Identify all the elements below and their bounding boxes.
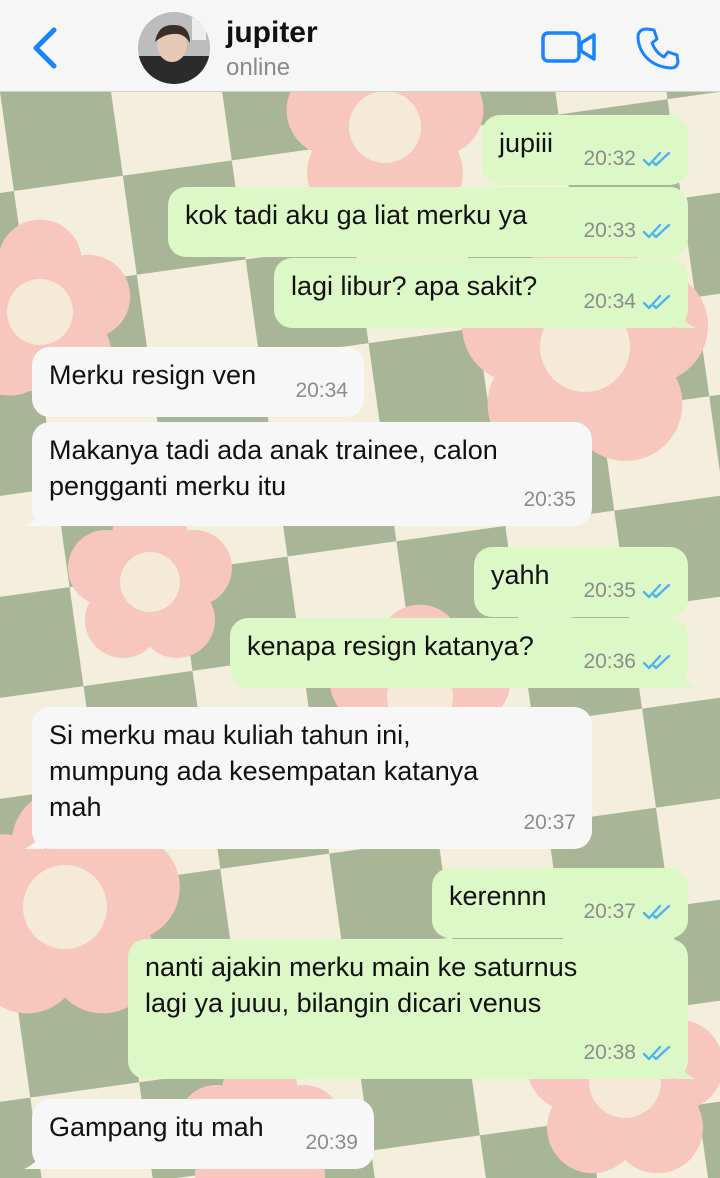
message-meta: 20:34 bbox=[295, 373, 348, 409]
chat-area[interactable]: jupiii 20:32 kok tadi aku ga liat merku ya… bbox=[0, 92, 720, 1178]
incoming-message[interactable]: Gampang itu mah 20:39 bbox=[24, 1099, 374, 1169]
message-meta: 20:38 bbox=[583, 1035, 672, 1071]
message-meta: 20:35 bbox=[583, 573, 672, 609]
incoming-message[interactable]: Merku resign ven 20:34 bbox=[32, 347, 364, 417]
message-time: 20:35 bbox=[583, 579, 636, 602]
message-time: 20:38 bbox=[583, 1041, 636, 1064]
outgoing-message[interactable]: yahh 20:35 bbox=[474, 547, 688, 617]
double-check-icon bbox=[642, 223, 671, 239]
message-time: 20:33 bbox=[583, 219, 636, 242]
message-text: Makanya tadi ada anak trainee, calon pen… bbox=[49, 435, 498, 501]
message-meta: 20:32 bbox=[583, 141, 672, 177]
outgoing-message[interactable]: jupiii 20:32 bbox=[482, 115, 688, 185]
message-meta: 20:36 bbox=[583, 644, 672, 680]
video-call-button[interactable] bbox=[540, 26, 598, 68]
double-check-icon bbox=[642, 654, 671, 670]
bubble-tail bbox=[24, 1149, 44, 1169]
double-check-icon bbox=[642, 1045, 671, 1061]
contact-status: online bbox=[226, 54, 291, 81]
message-time: 20:32 bbox=[583, 147, 636, 170]
outgoing-message[interactable]: nanti ajakin merku main ke saturnus lagi… bbox=[128, 939, 696, 1079]
message-meta: 20:39 bbox=[305, 1125, 358, 1161]
message-meta: 20:34 bbox=[583, 284, 672, 320]
message-text: Si merku mau kuliah tahun ini, mumpung a… bbox=[49, 720, 479, 822]
phone-icon bbox=[636, 27, 680, 70]
bubble-tail bbox=[676, 1059, 696, 1079]
message-meta: 20:35 bbox=[523, 482, 576, 518]
outgoing-message[interactable]: lagi libur? apa sakit? 20:34 bbox=[274, 258, 696, 328]
avatar[interactable] bbox=[138, 12, 210, 84]
double-check-icon bbox=[642, 151, 671, 167]
message-time: 20:36 bbox=[583, 650, 636, 673]
message-time: 20:34 bbox=[583, 290, 636, 313]
chevron-left-icon bbox=[33, 27, 57, 69]
outgoing-message[interactable]: kerennn 20:37 bbox=[432, 868, 688, 938]
outgoing-message[interactable]: kenapa resign katanya? 20:36 bbox=[230, 618, 696, 688]
message-meta: 20:37 bbox=[523, 805, 576, 841]
message-time: 20:37 bbox=[583, 900, 636, 923]
bubble-tail bbox=[24, 506, 44, 526]
message-time: 20:35 bbox=[523, 488, 576, 511]
chat-header: jupiter online bbox=[0, 0, 720, 92]
message-meta: 20:33 bbox=[583, 213, 672, 249]
incoming-message[interactable]: Si merku mau kuliah tahun ini, mumpung a… bbox=[24, 707, 592, 849]
message-meta: 20:37 bbox=[583, 894, 672, 930]
bubble-tail bbox=[24, 829, 44, 849]
back-button[interactable] bbox=[26, 24, 66, 72]
message-time: 20:37 bbox=[523, 811, 576, 834]
double-check-icon bbox=[642, 904, 671, 920]
outgoing-message[interactable]: kok tadi aku ga liat merku ya 20:33 bbox=[168, 187, 688, 257]
bubble-tail bbox=[676, 668, 696, 688]
double-check-icon bbox=[642, 294, 671, 310]
message-time: 20:34 bbox=[295, 379, 348, 402]
message-text: nanti ajakin merku main ke saturnus lagi… bbox=[145, 952, 578, 1018]
incoming-message[interactable]: Makanya tadi ada anak trainee, calon pen… bbox=[24, 422, 592, 526]
voice-call-button[interactable] bbox=[634, 24, 682, 72]
video-camera-icon bbox=[541, 31, 596, 63]
double-check-icon bbox=[642, 583, 671, 599]
bubble-tail bbox=[676, 308, 696, 328]
contact-name[interactable]: jupiter bbox=[226, 16, 318, 50]
message-time: 20:39 bbox=[305, 1131, 358, 1154]
